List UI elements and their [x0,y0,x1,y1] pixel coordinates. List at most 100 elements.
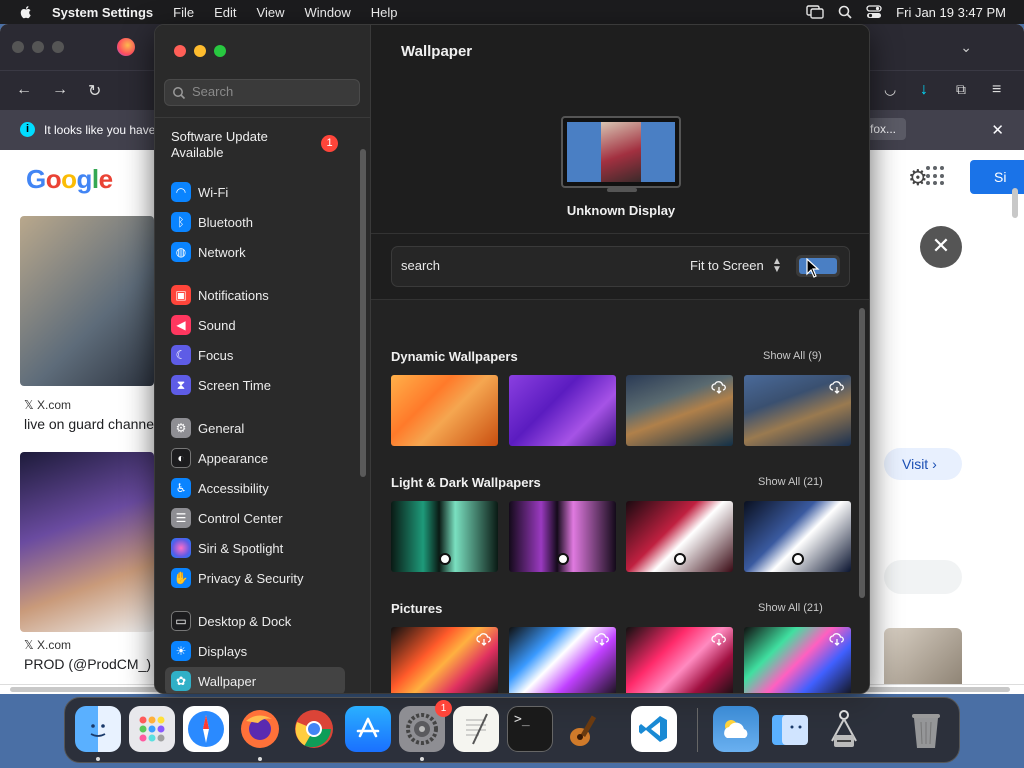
info-icon: i [20,122,35,137]
result-source[interactable]: 𝕏 X.com [24,638,71,652]
minimize-button[interactable] [194,45,206,57]
fit-mode-select[interactable]: Fit to Screen [690,258,764,273]
wallpaper-thumbnail[interactable] [626,375,733,446]
display-preview[interactable] [561,116,681,188]
show-all-button[interactable]: Show All (21) [758,476,823,488]
safari-icon[interactable] [183,706,229,752]
app-store-icon[interactable] [345,706,391,752]
wallpaper-thumbnail[interactable] [744,627,851,693]
firefox-tab-icon[interactable] [117,38,135,56]
wallpaper-thumbnail[interactable] [744,501,851,572]
notification-text: It looks like you have [44,123,156,137]
show-all-button[interactable]: Show All (21) [758,602,823,614]
sidebar-item-desktop-dock[interactable]: ▭ Desktop & Dock [165,607,345,635]
forward-icon[interactable]: → [52,81,68,99]
wallpaper-thumbnail[interactable] [626,627,733,693]
flower-icon: ✿ [171,671,191,691]
sidebar-item-wallpaper[interactable]: ✿ Wallpaper [165,667,345,693]
sidebar-item-privacy-security[interactable]: ✋ Privacy & Security [165,564,345,592]
sidebar-item-general[interactable]: ⚙ General [165,414,345,442]
search-icon [173,87,186,100]
apple-icon[interactable] [18,4,34,20]
sidebar-item-displays[interactable]: ☀ Displays [165,637,345,665]
sidebar-scrollbar[interactable] [360,149,366,477]
close-button[interactable] [174,45,186,57]
sidebar-search[interactable] [164,79,360,106]
sidebar-item-sound[interactable]: ◀ Sound [165,311,345,339]
back-icon[interactable]: ← [16,81,32,99]
zoom-button[interactable] [214,45,226,57]
minimize-dot[interactable] [32,41,44,53]
close-dot[interactable] [12,41,24,53]
sidebar-item-bluetooth[interactable]: ᛒ Bluetooth [165,208,345,236]
sidebar-item-control-center[interactable]: ☰ Control Center [165,504,345,532]
sidebar-item-network[interactable]: ◍ Network [165,238,345,266]
section-title: Pictures [391,601,443,616]
vscode-icon[interactable] [631,706,677,752]
zoom-dot[interactable] [52,41,64,53]
wallpaper-thumbnail[interactable] [391,501,498,572]
wallpaper-thumbnail[interactable] [626,501,733,572]
wallpaper-thumbnail[interactable] [509,501,616,572]
wallpaper-preview-image [601,122,641,182]
result-source[interactable]: 𝕏 X.com [24,398,71,412]
trash-icon[interactable] [903,706,949,752]
weather-icon[interactable] [713,706,759,752]
sidebar-item-siri-spotlight[interactable]: Siri & Spotlight [165,534,345,562]
spotlight-search-icon[interactable] [838,5,852,19]
menu-view[interactable]: View [257,5,285,20]
show-all-button[interactable]: Show All (9) [763,350,822,362]
settings-gear-icon[interactable]: ⚙ [908,165,928,191]
close-preview-button[interactable]: ✕ [920,226,962,268]
menu-help[interactable]: Help [371,5,398,20]
extensions-icon[interactable]: ⧉ [956,81,966,98]
pocket-icon[interactable]: ◡ [884,81,896,98]
software-update-item[interactable]: Software Update Available [171,129,268,161]
result-caption[interactable]: PROD (@ProdCM_) / [24,656,159,672]
download-icon[interactable]: ↓ [920,81,928,99]
menu-file[interactable]: File [173,5,194,20]
menu-window[interactable]: Window [304,5,350,20]
reload-icon[interactable]: ↻ [88,81,101,101]
moon-icon: ☾ [171,345,191,365]
sidebar-item-focus[interactable]: ☾ Focus [165,341,345,369]
sidebar-item-accessibility[interactable]: ♿ Accessibility [165,474,345,502]
menubar-clock[interactable]: Fri Jan 19 3:47 PM [896,5,1006,20]
chrome-icon[interactable] [291,706,337,752]
close-icon[interactable]: ✕ [991,121,1004,139]
app-menu-name[interactable]: System Settings [52,5,153,20]
finder-icon[interactable] [75,706,121,752]
search-input[interactable] [192,84,352,99]
wallpaper-thumbnail[interactable] [744,375,851,446]
sidebar-item-appearance[interactable]: ◐ Appearance [165,444,345,472]
wallpaper-thumbnail[interactable] [391,375,498,446]
terminal-icon[interactable]: >_ [507,706,553,752]
visit-button[interactable]: Visit › [884,448,962,480]
hamburger-menu-icon[interactable]: ≡ [992,81,1001,99]
apps-grid-icon[interactable] [926,166,946,186]
sidebar-item-wifi[interactable]: ◠ Wi-Fi [165,178,345,206]
sidebar-divider [155,117,371,118]
screen-mirroring-icon[interactable] [806,5,824,19]
sidebar-item-notifications[interactable]: ▣ Notifications [165,281,345,309]
textedit-icon[interactable] [453,706,499,752]
disk-utility-icon[interactable] [821,706,867,752]
gallery-scrollbar[interactable] [859,308,865,598]
firefox-icon[interactable] [237,706,283,752]
launchpad-icon[interactable] [129,706,175,752]
result-thumbnail[interactable] [20,216,154,386]
google-logo[interactable]: Google [26,164,113,195]
result-caption[interactable]: live on guard channe [24,416,154,432]
migration-assistant-icon[interactable] [767,706,813,752]
control-center-icon[interactable] [866,5,882,19]
wallpaper-thumbnail[interactable] [391,627,498,693]
chevron-down-icon[interactable]: ⌄ [960,39,972,56]
result-thumbnail[interactable] [20,452,154,632]
garageband-icon[interactable] [561,706,607,752]
wallpaper-thumbnail[interactable] [509,375,616,446]
wallpaper-thumbnail[interactable] [509,627,616,693]
menu-edit[interactable]: Edit [214,5,236,20]
sidebar-item-screen-time[interactable]: ⧗ Screen Time [165,371,345,399]
updown-chevron-icon[interactable]: ▲ ▼ [772,257,782,275]
page-scrollbar[interactable] [1012,188,1018,218]
